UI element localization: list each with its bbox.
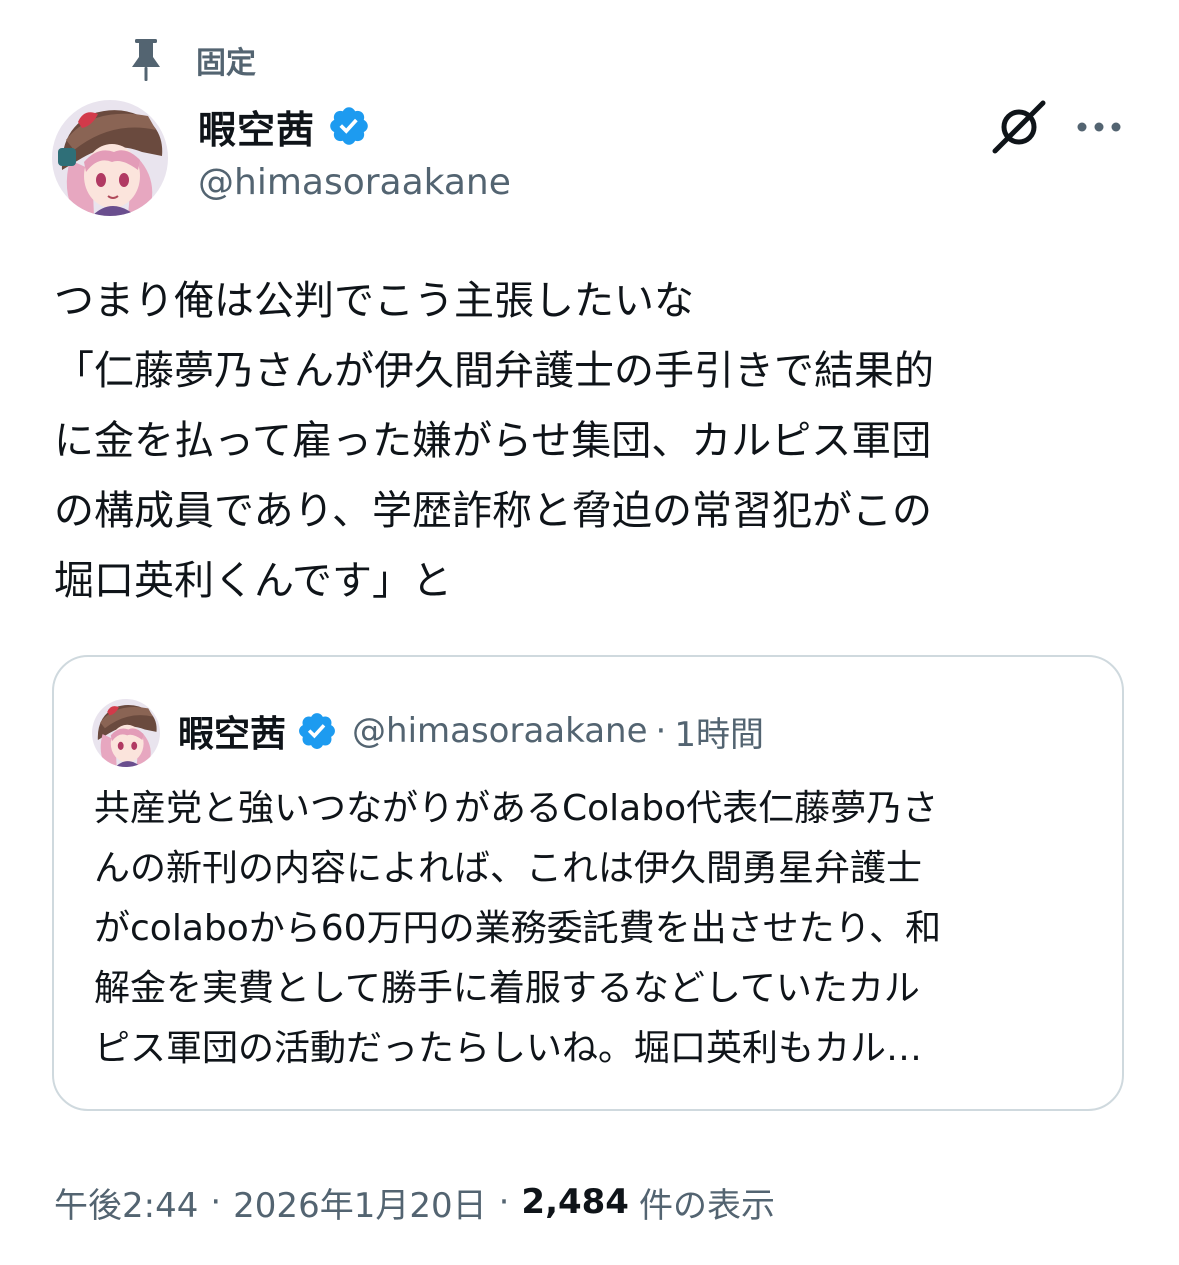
meta-separator: · — [210, 1182, 222, 1222]
tweet-time[interactable]: 午後2:44 — [54, 1178, 198, 1227]
author-avatar[interactable] — [52, 100, 168, 216]
more-options-button[interactable] — [1072, 100, 1126, 154]
tweet-metadata: 午後2:44 · 2026年1月20日 · 2,484 件の表示 — [54, 1176, 775, 1228]
author-name-row[interactable]: 暇空茜 — [198, 98, 371, 154]
quoted-separator: · — [655, 711, 667, 751]
author-display-name[interactable]: 暇空茜 — [198, 99, 315, 154]
tweet-text: つまり俺は公判でこう主張したいな 「仁藤夢乃さんが伊久間弁護士の手引きで結果的 … — [54, 278, 934, 604]
views-label[interactable]: 件の表示 — [639, 1178, 775, 1227]
quoted-timestamp: 1時間 — [674, 714, 764, 755]
pinned-indicator: 固定 — [128, 36, 256, 84]
grok-button[interactable] — [990, 98, 1048, 156]
quoted-tweet-card[interactable]: 暇空茜 @himasoraakane · 1時間 共産党と強いつながりがあるCo… — [52, 655, 1124, 1111]
pinned-label: 固定 — [196, 46, 256, 81]
verified-badge-icon — [299, 713, 335, 749]
quoted-tweet-header: 暇空茜 @himasoraakane · 1時間 — [178, 705, 764, 757]
author-handle[interactable]: @himasoraakane — [198, 162, 511, 203]
more-icon — [1077, 122, 1121, 132]
verified-badge-icon — [330, 107, 368, 145]
quoted-tweet-text: 共産党と強いつながりがあるColabo代表仁藤夢乃さ んの新刊の内容によれば、こ… — [94, 788, 942, 1069]
quoted-author-avatar[interactable] — [92, 699, 160, 767]
meta-separator: · — [498, 1182, 510, 1222]
quoted-author-handle: @himasoraakane — [352, 711, 648, 751]
grok-icon — [992, 100, 1046, 154]
views-count[interactable]: 2,484 — [521, 1182, 629, 1222]
pin-icon — [128, 36, 164, 84]
tweet-date[interactable]: 2026年1月20日 — [233, 1178, 486, 1227]
quoted-author-display-name: 暇空茜 — [178, 714, 287, 755]
